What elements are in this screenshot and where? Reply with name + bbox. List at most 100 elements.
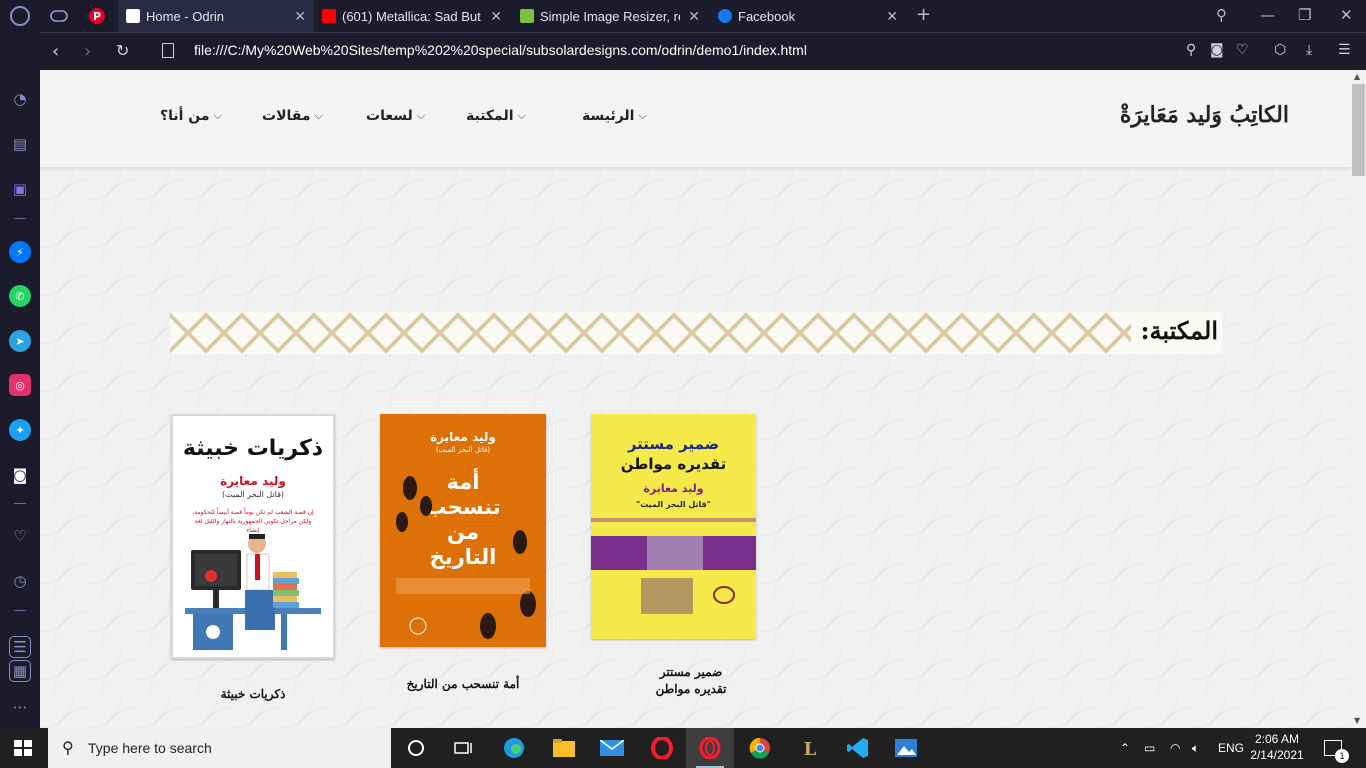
cover-title: ضمير مستتر تقديره مواطن — [591, 434, 756, 474]
speed-dial-icon[interactable]: ◔ — [9, 88, 31, 110]
section-title: المكتبة: — [1130, 312, 1222, 354]
clock-date: 2/14/2021 — [1250, 748, 1304, 762]
windows-taskbar: ⚲ Type here to search L ⌃ ▭ ◠ 🔈︎ ENG 2:0… — [0, 728, 1366, 768]
desk-illustration — [185, 534, 321, 650]
tab-metallica[interactable]: (601) Metallica: Sad But Tru ✕ — [314, 0, 510, 32]
tab-title: Home - Odrin — [146, 8, 225, 24]
tab-image-resizer[interactable]: Simple Image Resizer, resiz ✕ — [512, 0, 708, 32]
cover-stripe — [591, 518, 756, 522]
volume-icon[interactable]: 🔈︎ — [1192, 728, 1199, 768]
caption-line: ضمير مستتر — [659, 665, 723, 679]
twitter-icon[interactable]: ✦ — [9, 419, 31, 441]
search-icon[interactable]: ⚲ — [1186, 42, 1196, 58]
cube-icon[interactable]: ⬡ — [1274, 42, 1286, 58]
tab-facebook[interactable]: Facebook ✕ — [710, 0, 906, 32]
nav-item-articles[interactable]: ⌵ مقالات — [262, 108, 323, 124]
section-banner: المكتبة: — [170, 312, 1222, 354]
caption-line: أمة تنسحب من التاريخ — [406, 677, 520, 691]
more-icon[interactable]: ⋯ — [9, 696, 31, 718]
book-caption[interactable]: ضمير مستتر تقديره مواطن — [591, 664, 791, 698]
forward-icon[interactable]: › — [84, 41, 91, 62]
notification-center-icon[interactable]: 1 — [1324, 728, 1349, 768]
tab-title: Facebook — [738, 8, 796, 24]
taskbar-clock[interactable]: 2:06 AM 2/14/2021 — [1250, 731, 1304, 763]
youtube-icon — [322, 9, 336, 23]
browser-tab-strip: P Home - Odrin ✕ (601) Metallica: Sad Bu… — [0, 0, 1366, 32]
history-icon[interactable]: ◷ — [9, 570, 31, 592]
camera-icon[interactable]: ◙ — [1210, 42, 1224, 58]
cover-title-line: ضمير مستتر — [627, 435, 720, 453]
taskbar-search-box[interactable]: ⚲ Type here to search — [48, 728, 391, 768]
book-caption[interactable]: ذكريات خبيثة — [171, 686, 335, 703]
tab-home-odrin[interactable]: Home - Odrin ✕ — [118, 0, 314, 32]
minimize-button[interactable]: — — [1260, 6, 1275, 24]
gamepad-icon[interactable] — [46, 4, 72, 28]
search-tabs-icon[interactable]: ⚲ — [1216, 6, 1227, 24]
close-window-button[interactable]: ✕ — [1340, 6, 1353, 24]
chip-icon[interactable]: ▦ — [9, 660, 31, 682]
nav-label: مقالات — [262, 108, 311, 124]
photos-icon[interactable] — [882, 728, 930, 768]
restore-button[interactable]: ❐ — [1298, 6, 1311, 24]
close-icon[interactable]: ✕ — [490, 8, 502, 25]
tab-title: Simple Image Resizer, resiz — [540, 8, 680, 24]
reload-icon[interactable]: ↻ — [116, 41, 129, 60]
whatsapp-icon[interactable]: ✆ — [9, 285, 31, 307]
sidebar-separator — [14, 610, 26, 611]
cortana-icon[interactable] — [392, 728, 440, 768]
cover-author: وليد معايرة — [220, 474, 286, 488]
nav-item-home[interactable]: ⌵ الرئيسة — [582, 108, 647, 124]
scroll-up-icon[interactable]: ▲ — [1354, 72, 1360, 81]
opera-logo-icon[interactable] — [10, 6, 30, 26]
nav-item-about[interactable]: ⌵ من أنا؟ — [160, 108, 222, 124]
vscode-icon[interactable] — [834, 728, 882, 768]
mail-icon[interactable] — [588, 728, 636, 768]
edge-icon[interactable] — [490, 728, 538, 768]
cover-title-line: تقديره مواطن — [620, 455, 727, 473]
facebook-icon — [718, 9, 732, 23]
opera-taskbar-icon[interactable] — [638, 728, 686, 768]
workspaces-icon[interactable]: ▤ — [9, 133, 31, 155]
page-viewport: الكاتِبُ وَليد مَعَايرَةْ ⌵ الرئيسة ⌵ ال… — [40, 70, 1351, 728]
close-icon[interactable]: ✕ — [688, 8, 700, 25]
twitch-icon[interactable]: ▣ — [9, 178, 31, 200]
book-cover[interactable]: وليد معايرة (قاتل البحر الميت) أمة تنسحب… — [380, 414, 546, 647]
wifi-icon[interactable]: ◠ — [1170, 728, 1180, 768]
chrome-icon[interactable] — [736, 728, 784, 768]
easy-setup-icon[interactable]: ☰ — [1338, 42, 1351, 58]
new-tab-button[interactable]: + — [916, 4, 931, 25]
extensions-icon[interactable]: ☰ — [9, 636, 31, 658]
heart-icon[interactable]: ♡ — [1236, 42, 1249, 58]
messenger-icon[interactable]: ⚡ — [9, 241, 31, 263]
windows-start-icon[interactable] — [14, 740, 32, 756]
opera-gx-icon[interactable] — [686, 728, 734, 768]
book-caption[interactable]: أمة تنسحب من التاريخ — [380, 676, 546, 693]
page-scrollbar[interactable]: ▲ ▼ — [1351, 70, 1366, 728]
task-view-icon[interactable] — [440, 728, 488, 768]
instagram-icon[interactable]: ◎ — [9, 374, 31, 396]
file-explorer-icon[interactable] — [540, 728, 588, 768]
league-of-legends-icon[interactable]: L — [786, 728, 834, 768]
cover-subtitle: "قاتل البحر الميت" — [636, 500, 711, 509]
pinterest-icon[interactable]: P — [84, 4, 110, 28]
site-title[interactable]: الكاتِبُ وَليد مَعَايرَةْ — [1120, 102, 1289, 128]
input-language[interactable]: ENG — [1218, 728, 1244, 768]
download-icon[interactable]: ⤓ — [1306, 42, 1312, 58]
scroll-down-icon[interactable]: ▼ — [1354, 716, 1360, 725]
heart-icon[interactable]: ♡ — [9, 525, 31, 547]
nav-item-stings[interactable]: ⌵ لسعات — [366, 108, 425, 124]
show-hidden-icons[interactable]: ⌃ — [1120, 728, 1130, 768]
close-icon[interactable]: ✕ — [294, 8, 306, 25]
tab-title: (601) Metallica: Sad But Tru — [342, 8, 482, 24]
book-cover[interactable]: ضمير مستتر تقديره مواطن وليد معايرة "قات… — [591, 414, 756, 639]
url-field[interactable]: file:///C:/My%20Web%20Sites/temp%202%20s… — [194, 42, 807, 58]
clock-time: 2:06 AM — [1254, 732, 1300, 746]
back-icon[interactable]: ‹ — [52, 41, 59, 62]
book-cover[interactable]: ذكريات خبيثة وليد معايرة (قاتل البحر الم… — [171, 414, 335, 659]
battery-icon[interactable]: ▭ — [1144, 728, 1155, 768]
close-icon[interactable]: ✕ — [886, 8, 898, 25]
scrollbar-thumb[interactable] — [1352, 84, 1365, 176]
telegram-icon[interactable]: ➤ — [9, 330, 31, 352]
nav-item-library[interactable]: ⌵ المكتبة — [466, 108, 526, 124]
discord-icon[interactable]: ◙ — [9, 464, 31, 486]
